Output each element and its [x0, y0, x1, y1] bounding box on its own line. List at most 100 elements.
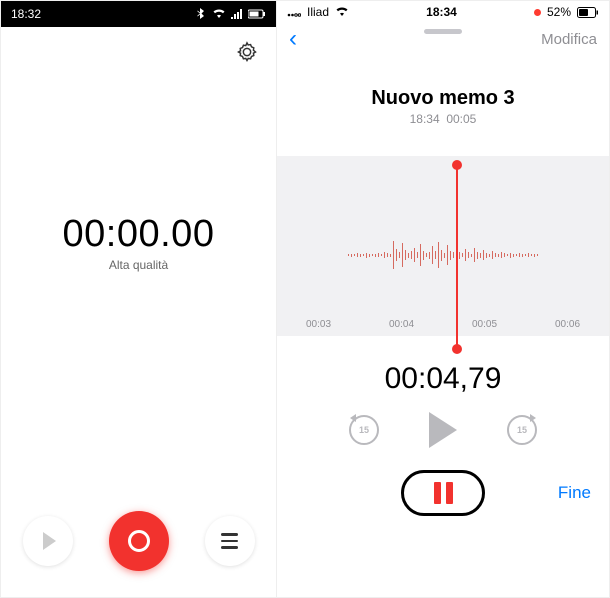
wave-bar	[363, 254, 365, 256]
wave-bar	[453, 252, 455, 258]
wave-bar	[372, 254, 374, 256]
menu-icon	[221, 533, 238, 549]
status-icons	[197, 8, 266, 20]
wave-bar	[411, 251, 413, 259]
waveform-area[interactable]: 00:03 00:04 00:05 00:06	[277, 156, 609, 336]
skip-forward-15-button[interactable]: 15	[507, 415, 537, 445]
signal-icon	[231, 9, 243, 19]
wave-bar	[444, 253, 446, 258]
wave-bar	[471, 254, 473, 257]
wave-bar	[369, 254, 371, 257]
waveform	[277, 241, 609, 269]
carrier-label: Iliad	[307, 5, 329, 19]
wave-bar	[396, 249, 398, 261]
wave-bar	[495, 253, 497, 257]
wave-bar	[516, 254, 518, 256]
cell-signal-icon	[287, 7, 301, 17]
wave-bar	[459, 252, 461, 259]
wave-bar	[414, 248, 416, 262]
wave-bar	[357, 253, 359, 257]
android-recorder: 18:32 00:00.00 Alta qualità	[1, 1, 277, 597]
wave-bar	[534, 254, 536, 257]
wave-bar	[420, 244, 422, 266]
wave-bar	[525, 254, 527, 256]
ios-nav-bar: ‹ Modifica	[277, 23, 609, 55]
wave-bar	[360, 254, 362, 257]
wave-bar	[393, 241, 395, 269]
wave-bar	[513, 254, 515, 257]
wave-bar	[522, 254, 524, 257]
recording-indicator-icon	[534, 9, 541, 16]
wave-bar	[423, 251, 425, 260]
play-button[interactable]	[429, 412, 457, 448]
axis-tick: 00:05	[472, 319, 497, 330]
wave-bar	[465, 249, 467, 261]
back-button[interactable]: ‹	[289, 25, 297, 53]
pause-icon	[446, 482, 453, 504]
wave-bar	[435, 251, 437, 259]
axis-tick: 00:06	[555, 319, 580, 330]
wave-bar	[351, 254, 353, 257]
wave-bar	[468, 252, 470, 258]
wifi-icon	[212, 9, 226, 19]
battery-percent: 52%	[547, 5, 571, 19]
gear-icon[interactable]	[236, 41, 258, 63]
wave-bar	[366, 253, 368, 258]
wave-bar	[402, 243, 404, 267]
pause-icon	[434, 482, 441, 504]
edit-button[interactable]: Modifica	[541, 31, 597, 48]
elapsed-timer: 00:04,79	[277, 362, 609, 396]
wave-bar	[381, 254, 383, 256]
wave-bar	[504, 253, 506, 257]
wave-bar	[390, 254, 392, 257]
status-time: 18:34	[426, 5, 457, 19]
wave-bar	[501, 252, 503, 258]
wave-bar	[441, 250, 443, 261]
recording-timer: 00:00.00	[63, 213, 215, 256]
play-button[interactable]	[23, 516, 73, 566]
pause-button[interactable]	[401, 470, 485, 516]
wave-bar	[450, 251, 452, 260]
wave-bar	[531, 254, 533, 256]
wave-bar	[474, 248, 476, 262]
wave-bar	[498, 254, 500, 257]
status-time: 18:32	[11, 7, 41, 21]
wave-bar	[408, 253, 410, 258]
done-button[interactable]: Fine	[558, 483, 591, 503]
quality-label: Alta qualità	[109, 258, 168, 272]
wave-bar	[507, 254, 509, 256]
wave-bar	[375, 254, 377, 257]
play-icon	[43, 532, 56, 550]
axis-tick: 00:03	[306, 319, 331, 330]
wave-bar	[417, 252, 419, 258]
android-status-bar: 18:32	[1, 1, 276, 27]
wave-bar	[399, 252, 401, 258]
skip-back-15-button[interactable]: 15	[349, 415, 379, 445]
record-icon	[128, 530, 150, 552]
wave-bar	[378, 253, 380, 257]
battery-icon	[248, 9, 266, 19]
time-axis: 00:03 00:04 00:05 00:06	[277, 319, 609, 330]
ios-status-bar: Iliad 18:34 52%	[277, 1, 609, 23]
sheet-handle[interactable]	[424, 29, 462, 34]
record-button[interactable]	[109, 511, 169, 571]
wave-bar	[438, 242, 440, 268]
wave-bar	[519, 253, 521, 257]
wave-bar	[528, 253, 530, 257]
wifi-icon	[335, 7, 349, 17]
wave-bar	[462, 253, 464, 257]
menu-button[interactable]	[205, 516, 255, 566]
wave-bar	[405, 250, 407, 260]
wave-bar	[492, 251, 494, 259]
ios-voice-memos: Iliad 18:34 52% ‹ Modifica Nuovo memo 3 …	[277, 1, 609, 597]
wave-bar	[426, 253, 428, 257]
wave-bar	[537, 254, 539, 256]
wave-bar	[486, 253, 488, 258]
wave-bar	[432, 246, 434, 264]
wave-bar	[387, 253, 389, 257]
axis-tick: 00:04	[389, 319, 414, 330]
battery-icon	[577, 7, 599, 18]
memo-title[interactable]: Nuovo memo 3	[277, 87, 609, 110]
wave-bar	[489, 254, 491, 257]
bluetooth-icon	[197, 8, 207, 20]
